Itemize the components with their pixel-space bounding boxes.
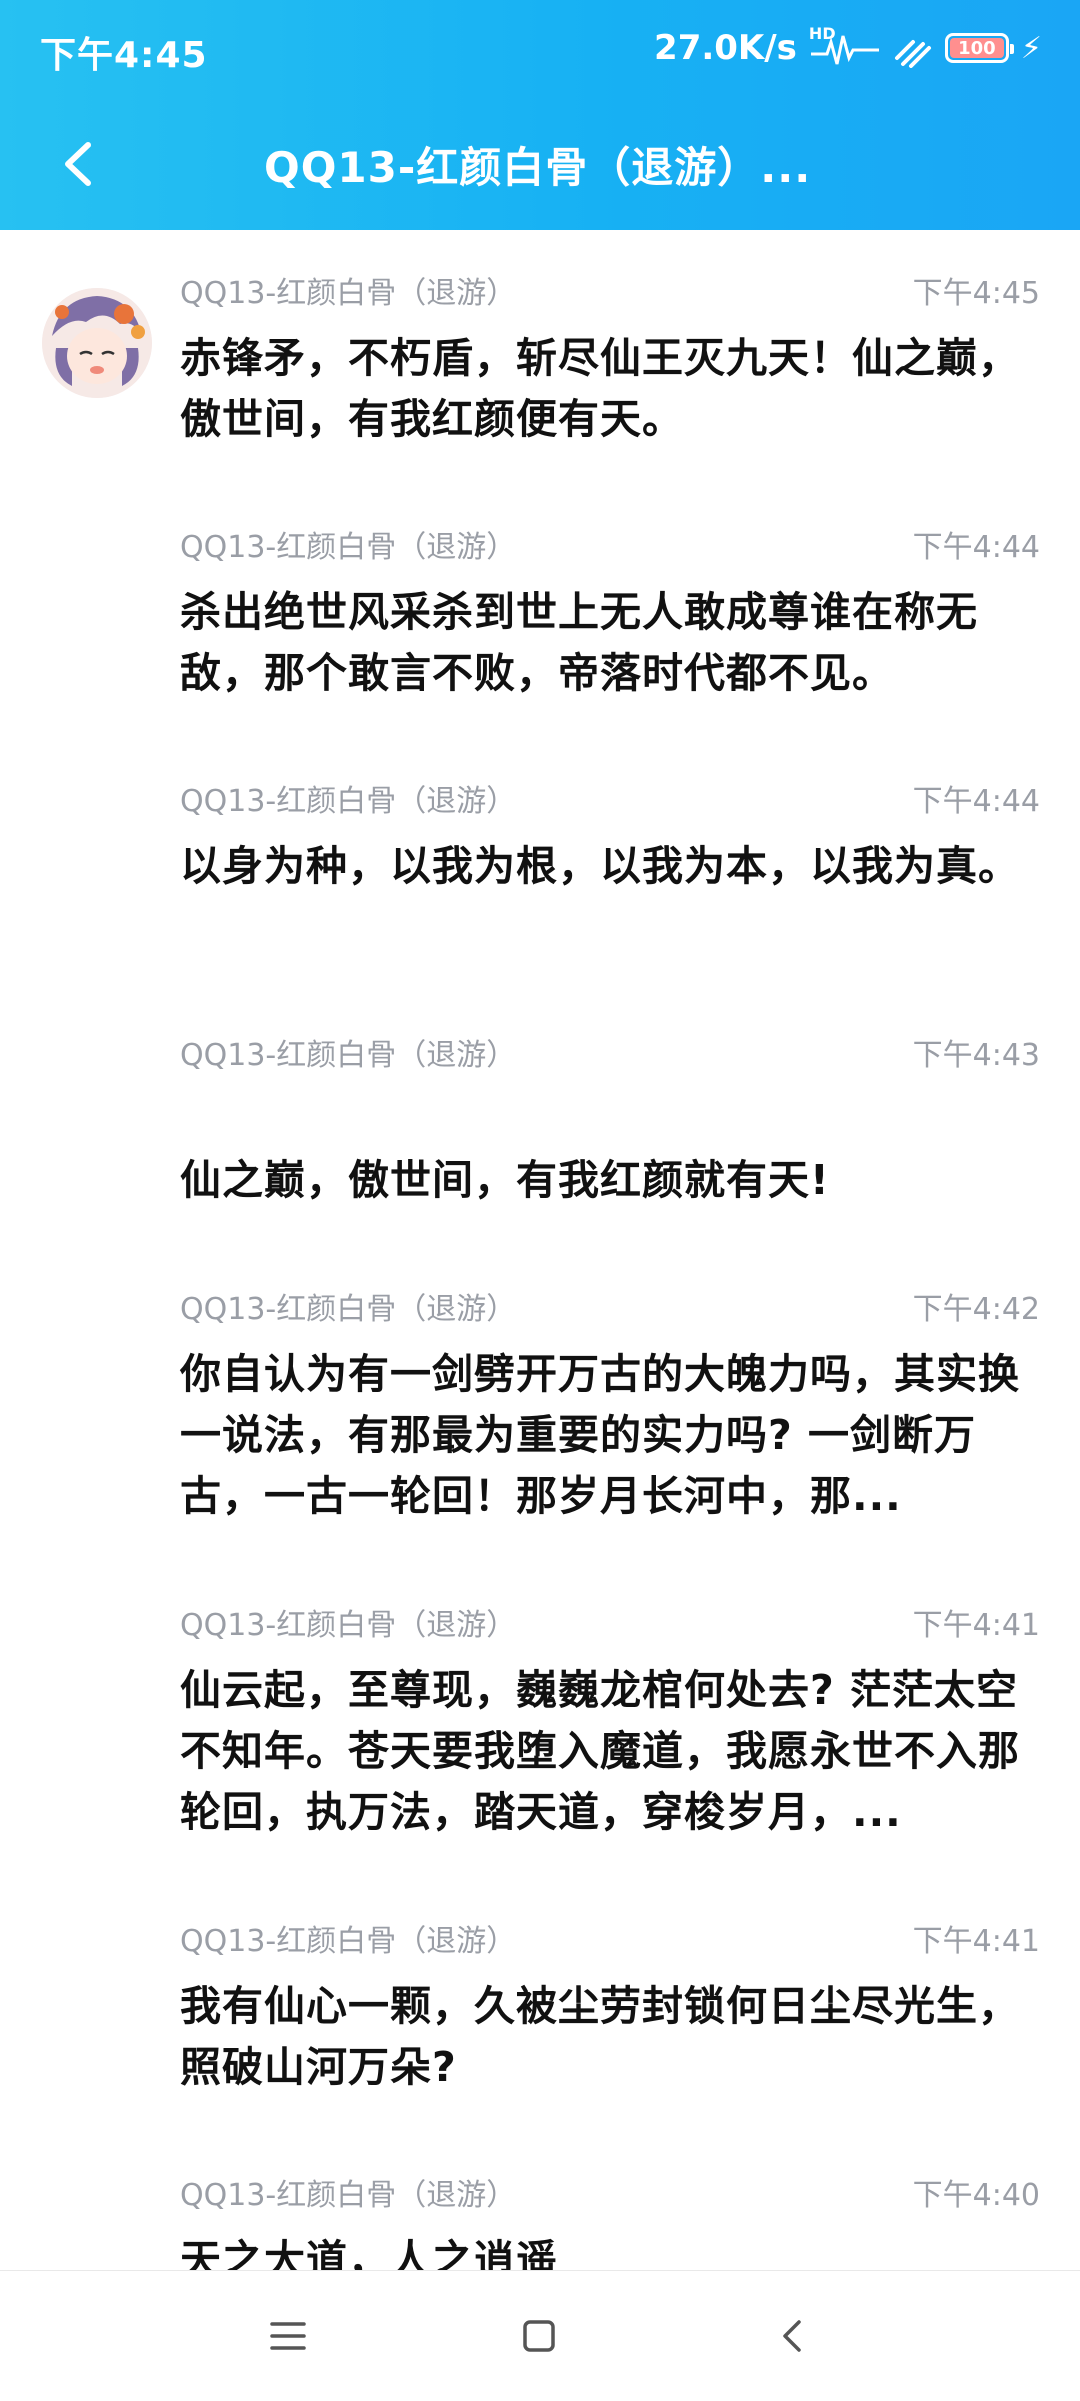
home-icon [523, 2320, 555, 2352]
message-time: 下午4:40 [912, 2178, 1040, 2213]
title-bar: QQ13-红颜白骨（退游）... [0, 110, 1080, 220]
hd-signal-icon: HD [809, 24, 881, 68]
message-item[interactable]: QQ13-红颜白骨（退游） 下午4:41 我有仙心一颗，久被尘劳封锁何日尘尽光生… [180, 1916, 1040, 2098]
message-time: 下午4:43 [912, 1038, 1040, 1073]
message-item[interactable]: QQ13-红颜白骨（退游） 下午4:41 仙云起，至尊现，巍巍龙棺何处去? 茫茫… [180, 1600, 1040, 1843]
menu-icon [270, 2322, 306, 2350]
message-item[interactable]: QQ13-红颜白骨（退游） 下午4:45 赤锋矛，不朽盾，斩尽仙王灭九天！仙之巅… [180, 268, 1040, 450]
message-text: 仙之巅，傲世间，有我红颜就有天! [180, 1156, 830, 1204]
sender-name: QQ13-红颜白骨（退游） [180, 1608, 517, 1643]
sender-name: QQ13-红颜白骨（退游） [180, 1924, 517, 1959]
message-text: 仙云起，至尊现，巍巍龙棺何处去? 茫茫太空不知年。苍天要我堕入魔道，我愿永世不入… [180, 1666, 1020, 1836]
message-time: 下午4:44 [912, 530, 1040, 565]
message-time: 下午4:45 [912, 276, 1040, 311]
hd-label: HD [808, 24, 836, 43]
back-button[interactable] [48, 134, 108, 194]
menu-button[interactable] [253, 2301, 323, 2371]
sender-name: QQ13-红颜白骨（退游） [180, 2178, 517, 2213]
message-time: 下午4:41 [912, 1608, 1040, 1643]
sender-name: QQ13-红颜白骨（退游） [180, 276, 517, 311]
home-button[interactable] [504, 2301, 574, 2371]
message-text: 以身为种，以我为根，以我为本，以我为真。 [180, 842, 1020, 890]
chevron-left-icon [65, 142, 91, 186]
wifi-icon [893, 28, 933, 68]
message-text: 天之大道，人之逍遥 [180, 2236, 558, 2270]
net-speed: 27.0K/s [654, 28, 797, 68]
sender-name: QQ13-红颜白骨（退游） [180, 784, 517, 819]
avatar[interactable] [42, 288, 152, 398]
sender-name: QQ13-红颜白骨（退游） [180, 530, 517, 565]
message-text: 杀出绝世风采杀到世上无人敢成尊谁在称无敌，那个敢言不败，帝落时代都不见。 [180, 588, 978, 697]
message-item[interactable]: QQ13-红颜白骨（退游） 下午4:42 你自认为有一剑劈开万古的大魄力吗，其实… [180, 1284, 1040, 1527]
message-text: 你自认为有一剑劈开万古的大魄力吗，其实换一说法，有那最为重要的实力吗? 一剑断万… [180, 1350, 1020, 1520]
status-bar: 下午4:45 27.0K/s HD 100 ⚡ [0, 0, 1080, 96]
message-item[interactable]: QQ13-红颜白骨（退游） 下午4:40 天之大道，人之逍遥 [180, 2170, 1040, 2270]
message-text: 赤锋矛，不朽盾，斩尽仙王灭九天！仙之巅，傲世间，有我红颜便有天。 [180, 334, 1020, 443]
page-title: QQ13-红颜白骨（退游）... [264, 143, 812, 192]
message-time: 下午4:44 [912, 784, 1040, 819]
message-item[interactable]: QQ13-红颜白骨（退游） 下午4:43 仙之巅，傲世间，有我红颜就有天! [180, 1030, 1040, 1211]
sender-name: QQ13-红颜白骨（退游） [180, 1038, 517, 1073]
message-item[interactable]: QQ13-红颜白骨（退游） 下午4:44 杀出绝世风采杀到世上无人敢成尊谁在称无… [180, 522, 1040, 704]
message-time: 下午4:41 [912, 1924, 1040, 1959]
message-text: 我有仙心一颗，久被尘劳封锁何日尘尽光生，照破山河万朵? [180, 1982, 1020, 2091]
sender-name: QQ13-红颜白骨（退游） [180, 1292, 517, 1327]
status-time: 下午4:45 [40, 35, 208, 76]
charging-icon: ⚡ [1020, 30, 1042, 66]
battery-level: 100 [958, 37, 996, 59]
battery-icon: 100 [944, 33, 1014, 63]
back-nav-button[interactable] [758, 2301, 828, 2371]
system-nav-bar [0, 2270, 1080, 2401]
status-icons: 27.0K/s HD 100 ⚡ [654, 24, 1042, 70]
back-icon [783, 2320, 801, 2352]
header: 下午4:45 27.0K/s HD 100 ⚡ QQ13-红颜白骨（退游）... [0, 0, 1080, 230]
message-time: 下午4:42 [912, 1292, 1040, 1327]
message-list[interactable]: QQ13-红颜白骨（退游） 下午4:45 赤锋矛，不朽盾，斩尽仙王灭九天！仙之巅… [0, 230, 1080, 2270]
message-item[interactable]: QQ13-红颜白骨（退游） 下午4:44 以身为种，以我为根，以我为本，以我为真… [180, 776, 1040, 897]
